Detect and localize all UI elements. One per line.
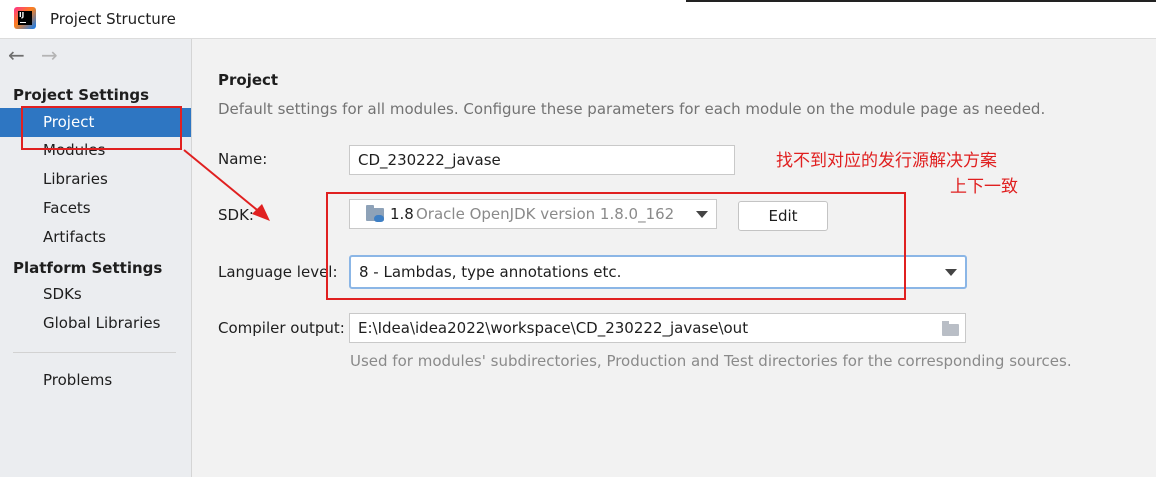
annotation-overlay bbox=[183, 149, 270, 221]
annotation-arrow-head bbox=[252, 204, 270, 221]
annotation-arrow-line bbox=[183, 149, 263, 215]
